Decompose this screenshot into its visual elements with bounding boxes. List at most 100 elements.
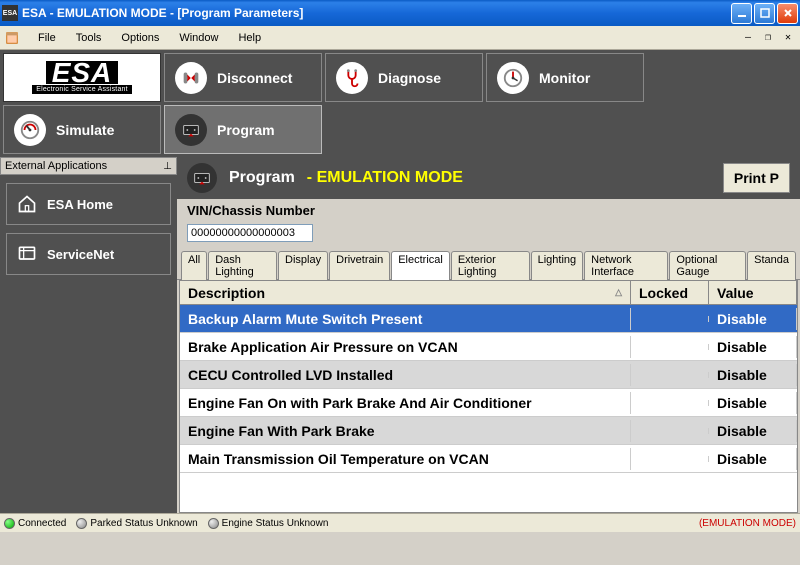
cell-description: CECU Controlled LVD Installed (180, 364, 631, 386)
table-header: Description △ Locked Value (180, 281, 797, 305)
table-row[interactable]: Brake Application Air Pressure on VCAN Di… (180, 333, 797, 361)
program-header-icon (187, 163, 217, 193)
status-engine: Engine Status Unknown (208, 518, 329, 529)
vin-area: VIN/Chassis Number (177, 199, 800, 246)
logo-subtitle: Electronic Service Assistant (32, 85, 132, 94)
program-button[interactable]: Program (164, 105, 322, 154)
tab-lighting[interactable]: Lighting (531, 251, 584, 280)
cell-description: Brake Application Air Pressure on VCAN (180, 336, 631, 358)
monitor-button[interactable]: Monitor (486, 53, 644, 102)
cell-value: Disable (709, 364, 797, 386)
tab-exterior-lighting[interactable]: Exterior Lighting (451, 251, 530, 280)
table-row[interactable]: Engine Fan On with Park Brake And Air Co… (180, 389, 797, 417)
menu-options[interactable]: Options (111, 30, 169, 46)
mdi-minimize-button[interactable]: – (740, 31, 756, 45)
status-mode: (EMULATION MODE) (699, 518, 796, 529)
tab-display[interactable]: Display (278, 251, 328, 280)
parameter-table: Description △ Locked Value Backup Alarm … (179, 280, 798, 513)
diagnose-icon (336, 62, 368, 94)
cell-locked (631, 456, 709, 462)
disconnect-button[interactable]: Disconnect (164, 53, 322, 102)
cell-locked (631, 316, 709, 322)
cell-locked (631, 344, 709, 350)
table-row[interactable]: CECU Controlled LVD Installed Disable (180, 361, 797, 389)
menu-file[interactable]: File (28, 30, 66, 46)
window-title: ESA - EMULATION MODE - [Program Paramete… (22, 6, 731, 20)
window-controls (731, 3, 798, 24)
sidebar-title: External Applications (5, 160, 107, 172)
cell-locked (631, 428, 709, 434)
cell-value: Disable (709, 420, 797, 442)
servicenet-icon (17, 244, 37, 264)
cell-description: Main Transmission Oil Temperature on VCA… (180, 448, 631, 470)
content-title: Program (229, 169, 295, 187)
tab-all[interactable]: All (181, 251, 207, 280)
main-area: External Applications ⊥ ESA Home Service… (0, 157, 800, 513)
table-row[interactable]: Main Transmission Oil Temperature on VCA… (180, 445, 797, 473)
statusbar: Connected Parked Status Unknown Engine S… (0, 513, 800, 532)
content-header: Program - EMULATION MODE Print P (177, 157, 800, 199)
status-parked: Parked Status Unknown (76, 518, 197, 529)
monitor-icon (497, 62, 529, 94)
table-row[interactable]: Engine Fan With Park Brake Disable (180, 417, 797, 445)
column-description[interactable]: Description △ (180, 281, 631, 304)
cell-value: Disable (709, 392, 797, 414)
cell-description: Engine Fan On with Park Brake And Air Co… (180, 392, 631, 414)
cell-value: Disable (709, 448, 797, 470)
simulate-icon (14, 114, 46, 146)
menu-window[interactable]: Window (169, 30, 228, 46)
content-mode: - EMULATION MODE (307, 169, 463, 187)
column-locked[interactable]: Locked (631, 281, 709, 304)
sidebar-header: External Applications ⊥ (0, 157, 177, 175)
home-icon (17, 194, 37, 214)
table-row[interactable]: Backup Alarm Mute Switch PresentDisable (180, 305, 797, 333)
simulate-label: Simulate (56, 122, 114, 138)
cell-value: Disable (709, 336, 797, 358)
mdi-restore-button[interactable]: ❐ (760, 31, 776, 45)
tab-drivetrain[interactable]: Drivetrain (329, 251, 390, 280)
monitor-label: Monitor (539, 70, 590, 86)
tab-network-interface[interactable]: Network Interface (584, 251, 668, 280)
tab-electrical[interactable]: Electrical (391, 251, 450, 280)
minimize-button[interactable] (731, 3, 752, 24)
status-connected: Connected (4, 518, 66, 529)
servicenet-label: ServiceNet (47, 247, 114, 262)
sidebar: External Applications ⊥ ESA Home Service… (0, 157, 177, 513)
menu-help[interactable]: Help (228, 30, 271, 46)
program-label: Program (217, 122, 275, 138)
app-icon: ESA (2, 5, 18, 21)
column-value[interactable]: Value (709, 281, 797, 304)
sidebar-item-home[interactable]: ESA Home (6, 183, 171, 225)
menu-tools[interactable]: Tools (66, 30, 112, 46)
pin-icon[interactable]: ⊥ (163, 161, 172, 172)
diagnose-button[interactable]: Diagnose (325, 53, 483, 102)
diagnose-label: Diagnose (378, 70, 441, 86)
sort-asc-icon: △ (615, 287, 622, 298)
vin-label: VIN/Chassis Number (187, 203, 790, 218)
mdi-close-button[interactable]: ✕ (780, 31, 796, 45)
toolbar: ESA Electronic Service Assistant Disconn… (0, 50, 800, 157)
maximize-button[interactable] (754, 3, 775, 24)
print-button[interactable]: Print P (723, 163, 790, 193)
program-icon (175, 114, 207, 146)
logo: ESA Electronic Service Assistant (3, 53, 161, 102)
disconnect-label: Disconnect (217, 70, 292, 86)
vin-input[interactable] (187, 224, 313, 242)
table-body[interactable]: Backup Alarm Mute Switch PresentDisableB… (180, 305, 797, 488)
logo-text: ESA (46, 61, 119, 85)
disconnect-icon (175, 62, 207, 94)
led-green-icon (4, 518, 15, 529)
sidebar-item-servicenet[interactable]: ServiceNet (6, 233, 171, 275)
tab-standa[interactable]: Standa (747, 251, 796, 280)
cell-description: Engine Fan With Park Brake (180, 420, 631, 442)
content: Program - EMULATION MODE Print P VIN/Cha… (177, 157, 800, 513)
menubar: File Tools Options Window Help – ❐ ✕ (0, 26, 800, 50)
cell-locked (631, 372, 709, 378)
tab-optional-gauge[interactable]: Optional Gauge (669, 251, 746, 280)
close-button[interactable] (777, 3, 798, 24)
tab-dash-lighting[interactable]: Dash Lighting (208, 251, 277, 280)
cell-locked (631, 400, 709, 406)
cell-value: Disable (709, 308, 797, 330)
led-gray-icon (76, 518, 87, 529)
simulate-button[interactable]: Simulate (3, 105, 161, 154)
